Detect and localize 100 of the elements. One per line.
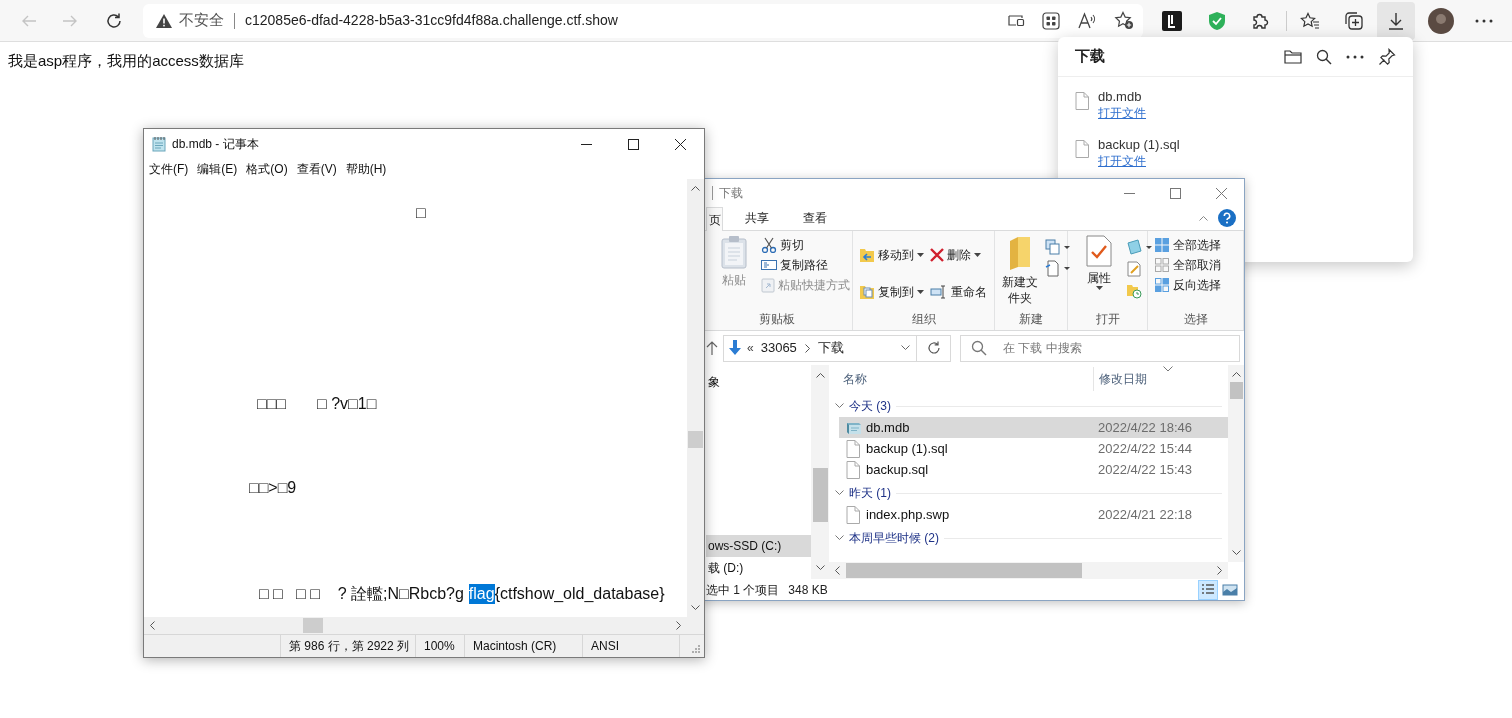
menu-item[interactable]: 查看(V)	[293, 160, 340, 178]
easy-access-icon[interactable]	[1045, 259, 1072, 277]
scroll-down-icon[interactable]	[1231, 550, 1241, 556]
file-row[interactable]: backup.sql 2022/4/22 15:43	[839, 459, 1228, 480]
group-heading[interactable]: 昨天 (1)	[849, 484, 891, 502]
open-file-link[interactable]: 打开文件	[1098, 105, 1146, 121]
search-icon[interactable]	[1316, 48, 1332, 65]
chevron-down-icon[interactable]	[835, 403, 844, 409]
ribbon-tab[interactable]: 共享	[733, 206, 781, 230]
scroll-up-icon[interactable]	[815, 372, 825, 378]
breadcrumb-item[interactable]: 下载	[817, 338, 844, 358]
file-icon	[846, 460, 860, 479]
nav-item[interactable]: 载 (D:)	[706, 557, 811, 579]
address-bar[interactable]: 不安全 c12085e6-dfad-4228-b5a3-31cc9fd4f88a.challenge.ctf.show	[143, 3, 1143, 38]
refresh-icon[interactable]	[926, 341, 941, 355]
scrollbar[interactable]	[144, 617, 704, 634]
chevron-down-icon[interactable]	[835, 490, 844, 496]
chevron-icon[interactable]	[804, 343, 811, 353]
ribbon-button[interactable]: 复制到	[859, 281, 924, 302]
ribbon-tab[interactable]: 查看	[791, 206, 839, 230]
scroll-up-icon[interactable]	[691, 185, 700, 191]
group-heading[interactable]: 本周早些时候 (2)	[849, 529, 939, 547]
scrollbar-thumb[interactable]	[1229, 382, 1243, 399]
ribbon-button[interactable]: 剪切	[761, 235, 852, 255]
ribbon-tab[interactable]: 页	[706, 207, 723, 231]
scrollbar-thumb[interactable]	[688, 431, 703, 448]
column-header[interactable]: 修改日期	[1094, 370, 1147, 388]
scroll-right-icon[interactable]	[1217, 566, 1223, 575]
menu-item[interactable]: 格式(O)	[243, 160, 291, 178]
reload-icon[interactable]	[105, 11, 123, 30]
ribbon-button[interactable]: 新建文件夹	[995, 231, 1046, 308]
apps-icon[interactable]	[1042, 11, 1060, 30]
pin-icon[interactable]	[1378, 47, 1396, 66]
scroll-right-icon[interactable]	[676, 621, 682, 630]
new-item-icon[interactable]	[1045, 239, 1072, 255]
favorites-icon[interactable]	[1300, 11, 1320, 30]
open-icon[interactable]	[1126, 239, 1153, 255]
resize-grip-icon[interactable]	[691, 644, 701, 654]
scrollbar[interactable]	[811, 365, 829, 579]
download-icon[interactable]	[1387, 11, 1405, 30]
ribbon-button[interactable]: 全部选择	[1154, 235, 1224, 255]
ribbon-button[interactable]: 全部取消	[1154, 255, 1224, 275]
menu-item[interactable]: 帮助(H)	[342, 160, 390, 178]
breadcrumb-item[interactable]: 33065	[760, 338, 797, 358]
read-aloud-icon[interactable]	[1077, 11, 1097, 30]
open-file-link[interactable]: 打开文件	[1098, 153, 1180, 169]
scroll-up-icon[interactable]	[1231, 371, 1241, 377]
history-icon[interactable]	[1126, 283, 1143, 299]
menu-item[interactable]: 文件(F)	[146, 160, 192, 178]
dropdown-icon[interactable]	[901, 345, 910, 351]
cast-icon[interactable]	[1007, 12, 1025, 29]
scroll-left-icon[interactable]	[834, 566, 840, 575]
refresh-button[interactable]	[917, 334, 951, 362]
text-area[interactable]: □ □□□ □ ?v□1□ □□>□9 □ □ □ □ ? 詮轞;N□Rbcb?g flag{ctfshow_old_database}	[144, 179, 687, 617]
chevron-down-icon[interactable]	[835, 535, 844, 541]
extension-icon[interactable]	[1162, 10, 1182, 31]
security-label[interactable]: 不安全	[179, 9, 224, 32]
scrollbar-thumb[interactable]	[846, 563, 1082, 578]
ribbon-button[interactable]: 反向选择	[1154, 275, 1224, 295]
ribbon-button[interactable]: 复制路径	[761, 255, 852, 275]
avatar-icon[interactable]	[1428, 7, 1454, 34]
collections-icon[interactable]	[1344, 10, 1364, 31]
download-folder-icon	[728, 340, 742, 356]
up-icon[interactable]	[706, 341, 718, 355]
download-button[interactable]	[1377, 1, 1415, 40]
ribbon-button[interactable]: 删除	[929, 245, 995, 265]
scrollbar[interactable]	[687, 179, 704, 617]
nav-item[interactable]: ows-SSD (C:)	[706, 535, 811, 557]
scrollbar[interactable]	[1228, 365, 1244, 562]
shield-icon[interactable]	[1208, 10, 1226, 31]
nav-item[interactable]: 象	[706, 371, 811, 393]
add-favorite-icon[interactable]	[1114, 11, 1134, 30]
more-icon[interactable]	[1475, 18, 1493, 23]
help-icon[interactable]	[1218, 209, 1236, 227]
address-field[interactable]: « 33065 下载	[723, 334, 917, 362]
scroll-down-icon[interactable]	[691, 605, 700, 611]
scroll-down-icon[interactable]	[815, 565, 825, 571]
search-field[interactable]: 在 下载 中搜索	[960, 334, 1240, 362]
ribbon-button[interactable]: 移动到	[859, 245, 924, 265]
ribbon-button[interactable]: 属性	[1068, 231, 1127, 308]
more-icon[interactable]	[1346, 54, 1364, 59]
delete-icon	[929, 248, 944, 262]
maximize-icon[interactable]	[628, 138, 639, 150]
collapse-icon[interactable]	[1199, 215, 1208, 221]
file-row[interactable]: db.mdb 2022/4/22 18:46	[839, 417, 1228, 438]
file-row[interactable]: backup (1).sql 2022/4/22 15:44	[839, 438, 1228, 459]
folder-icon[interactable]	[1284, 49, 1302, 64]
close-icon[interactable]	[675, 138, 686, 150]
group-heading[interactable]: 今天 (3)	[849, 397, 891, 415]
ribbon-button[interactable]: 重命名	[929, 281, 995, 302]
scrollbar[interactable]	[829, 562, 1228, 579]
column-header[interactable]: 名称	[839, 370, 1093, 388]
file-row[interactable]: index.php.swp 2022/4/21 22:18	[839, 504, 1228, 525]
warning-icon[interactable]	[155, 12, 173, 29]
menu-item[interactable]: 编辑(E)	[194, 160, 241, 178]
scrollbar-thumb[interactable]	[303, 618, 323, 633]
overflow-chevron[interactable]: «	[747, 339, 754, 357]
scissors-icon	[761, 237, 777, 253]
scrollbar-thumb[interactable]	[812, 468, 828, 522]
scroll-left-icon[interactable]	[149, 621, 155, 630]
